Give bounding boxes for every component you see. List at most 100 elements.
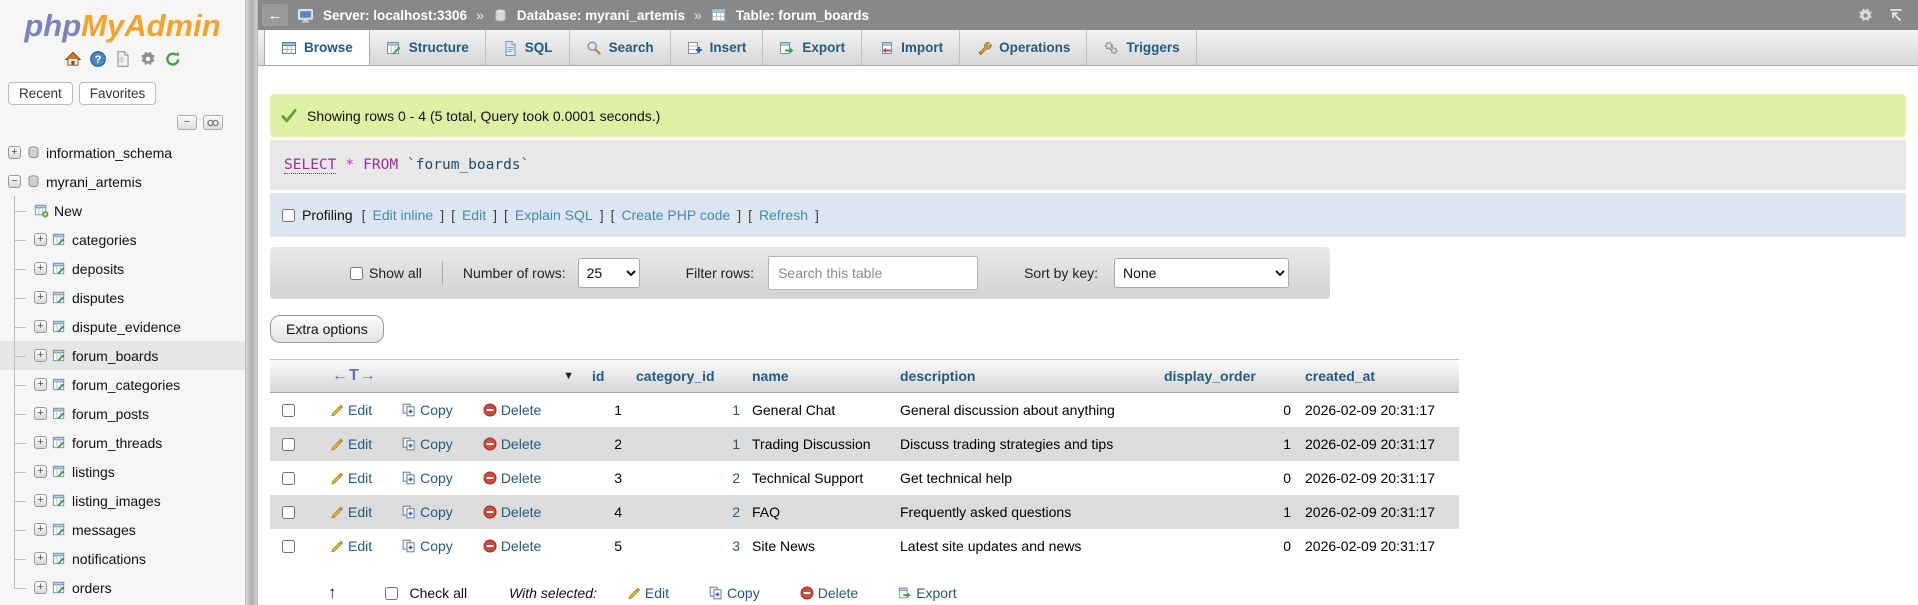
show-all-checkbox[interactable] xyxy=(350,267,363,280)
cell-category-id[interactable]: 2 xyxy=(630,504,748,520)
extra-options-button[interactable]: Extra options xyxy=(270,315,384,343)
tree-item-orders[interactable]: orders xyxy=(0,573,245,602)
expand-icon[interactable] xyxy=(34,262,47,275)
copy-row-link[interactable]: Copy xyxy=(420,470,453,486)
column-header-created-at[interactable]: created_at xyxy=(1301,368,1459,384)
tree-item-myrani-artemis[interactable]: myrani_artemis xyxy=(0,167,245,196)
row-checkbox[interactable] xyxy=(282,404,295,417)
copy-row-link[interactable]: Copy xyxy=(420,436,453,452)
edit-row-link[interactable]: Edit xyxy=(348,504,372,520)
tab-structure[interactable]: Structure xyxy=(370,30,486,65)
home-icon[interactable] xyxy=(64,50,82,68)
delete-row-link[interactable]: Delete xyxy=(501,402,541,418)
gear-icon[interactable] xyxy=(139,50,157,68)
column-header-id[interactable]: id xyxy=(586,368,630,384)
cell-category-id[interactable]: 2 xyxy=(630,470,748,486)
check-all-checkbox[interactable] xyxy=(385,587,398,600)
scroll-up-icon[interactable]: ↑ xyxy=(328,583,337,603)
column-header-description[interactable]: description xyxy=(896,368,1158,384)
sort-by-key-select[interactable]: None xyxy=(1114,258,1289,288)
tree-item-listing-images[interactable]: listing_images xyxy=(0,486,245,515)
edit-inline-link[interactable]: Edit inline xyxy=(372,207,433,223)
tree-item-forum-categories[interactable]: forum_categories xyxy=(0,370,245,399)
recent-tab[interactable]: Recent xyxy=(8,82,73,105)
tab-browse[interactable]: Browse xyxy=(264,30,370,65)
expand-icon[interactable] xyxy=(34,407,47,420)
expand-icon[interactable] xyxy=(34,523,47,536)
column-header-name[interactable]: name xyxy=(748,368,896,384)
sidebar-splitter[interactable] xyxy=(245,0,258,605)
tree-item-dispute-evidence[interactable]: dispute_evidence xyxy=(0,312,245,341)
tree-item-messages[interactable]: messages xyxy=(0,515,245,544)
cell-category-id[interactable]: 1 xyxy=(630,436,748,452)
breadcrumb-table[interactable]: Table: forum_boards xyxy=(736,8,869,23)
create-php-code-link[interactable]: Create PHP code xyxy=(621,207,730,223)
delete-row-link[interactable]: Delete xyxy=(501,436,541,452)
tree-item-listings[interactable]: listings xyxy=(0,457,245,486)
help-icon[interactable]: ? xyxy=(89,50,107,68)
copy-row-link[interactable]: Copy xyxy=(420,504,453,520)
hide-navigation-button[interactable]: ← xyxy=(262,4,288,26)
with-selected-delete[interactable]: Delete xyxy=(800,585,858,601)
edit-row-link[interactable]: Edit xyxy=(348,470,372,486)
doc-icon[interactable] xyxy=(114,50,132,68)
refresh-link[interactable]: Refresh xyxy=(759,207,808,223)
expand-icon[interactable] xyxy=(34,465,47,478)
tree-item-forum-boards[interactable]: forum_boards xyxy=(0,341,245,370)
tree-item-deposits[interactable]: deposits xyxy=(0,254,245,283)
breadcrumb-database[interactable]: Database: myrani_artemis xyxy=(517,8,685,23)
column-options-icon[interactable]: ▼ xyxy=(563,370,574,382)
row-checkbox[interactable] xyxy=(282,438,295,451)
tab-import[interactable]: Import xyxy=(862,30,960,65)
tree-item-new-table[interactable]: New xyxy=(0,196,245,225)
refresh-icon[interactable] xyxy=(164,50,182,68)
cell-category-id[interactable]: 3 xyxy=(630,538,748,554)
tab-triggers[interactable]: Triggers xyxy=(1087,30,1196,65)
tree-item-notifications[interactable]: notifications xyxy=(0,544,245,573)
expand-icon[interactable] xyxy=(34,320,47,333)
tree-item-categories[interactable]: categories xyxy=(0,225,245,254)
expand-icon[interactable] xyxy=(34,378,47,391)
collapse-panel-icon[interactable] xyxy=(177,115,197,130)
table-search-input[interactable] xyxy=(768,256,978,290)
column-move-icon[interactable]: ←T→ xyxy=(332,367,377,385)
column-header-category-id[interactable]: category_id xyxy=(630,368,748,384)
collapse-icon[interactable] xyxy=(8,175,21,188)
tree-item-forum-posts[interactable]: forum_posts xyxy=(0,399,245,428)
expand-icon[interactable] xyxy=(34,436,47,449)
with-selected-copy[interactable]: Copy xyxy=(709,585,760,601)
collapse-topbar-icon[interactable] xyxy=(1888,7,1904,23)
copy-row-link[interactable]: Copy xyxy=(420,538,453,554)
with-selected-edit[interactable]: Edit xyxy=(627,585,669,601)
row-checkbox[interactable] xyxy=(282,472,295,485)
delete-row-link[interactable]: Delete xyxy=(501,470,541,486)
expand-icon[interactable] xyxy=(34,552,47,565)
number-of-rows-select[interactable]: 25 xyxy=(578,258,640,288)
column-header-display-order[interactable]: display_order xyxy=(1158,368,1301,384)
expand-icon[interactable] xyxy=(34,349,47,362)
breadcrumb-server[interactable]: Server: localhost:3306 xyxy=(323,8,467,23)
edit-link[interactable]: Edit xyxy=(462,207,486,223)
tab-export[interactable]: Export xyxy=(763,30,862,65)
expand-icon[interactable] xyxy=(34,233,47,246)
profiling-checkbox[interactable] xyxy=(282,209,295,222)
row-checkbox[interactable] xyxy=(282,506,295,519)
tab-search[interactable]: Search xyxy=(570,30,671,65)
delete-row-link[interactable]: Delete xyxy=(501,538,541,554)
tree-item-forum-threads[interactable]: forum_threads xyxy=(0,428,245,457)
edit-row-link[interactable]: Edit xyxy=(348,538,372,554)
show-all-label[interactable]: Show all xyxy=(369,265,422,281)
tree-item-disputes[interactable]: disputes xyxy=(0,283,245,312)
explain-sql-link[interactable]: Explain SQL xyxy=(515,207,593,223)
tab-operations[interactable]: Operations xyxy=(960,30,1087,65)
delete-row-link[interactable]: Delete xyxy=(501,504,541,520)
expand-icon[interactable] xyxy=(34,291,47,304)
with-selected-export[interactable]: Export xyxy=(898,585,956,601)
row-checkbox[interactable] xyxy=(282,540,295,553)
page-settings-gear-icon[interactable] xyxy=(1857,7,1874,24)
check-all-label[interactable]: Check all xyxy=(410,585,468,601)
link-panel-icon[interactable] xyxy=(203,115,223,130)
sql-keyword-select[interactable]: SELECT xyxy=(284,157,336,174)
favorites-tab[interactable]: Favorites xyxy=(79,82,157,105)
edit-row-link[interactable]: Edit xyxy=(348,436,372,452)
